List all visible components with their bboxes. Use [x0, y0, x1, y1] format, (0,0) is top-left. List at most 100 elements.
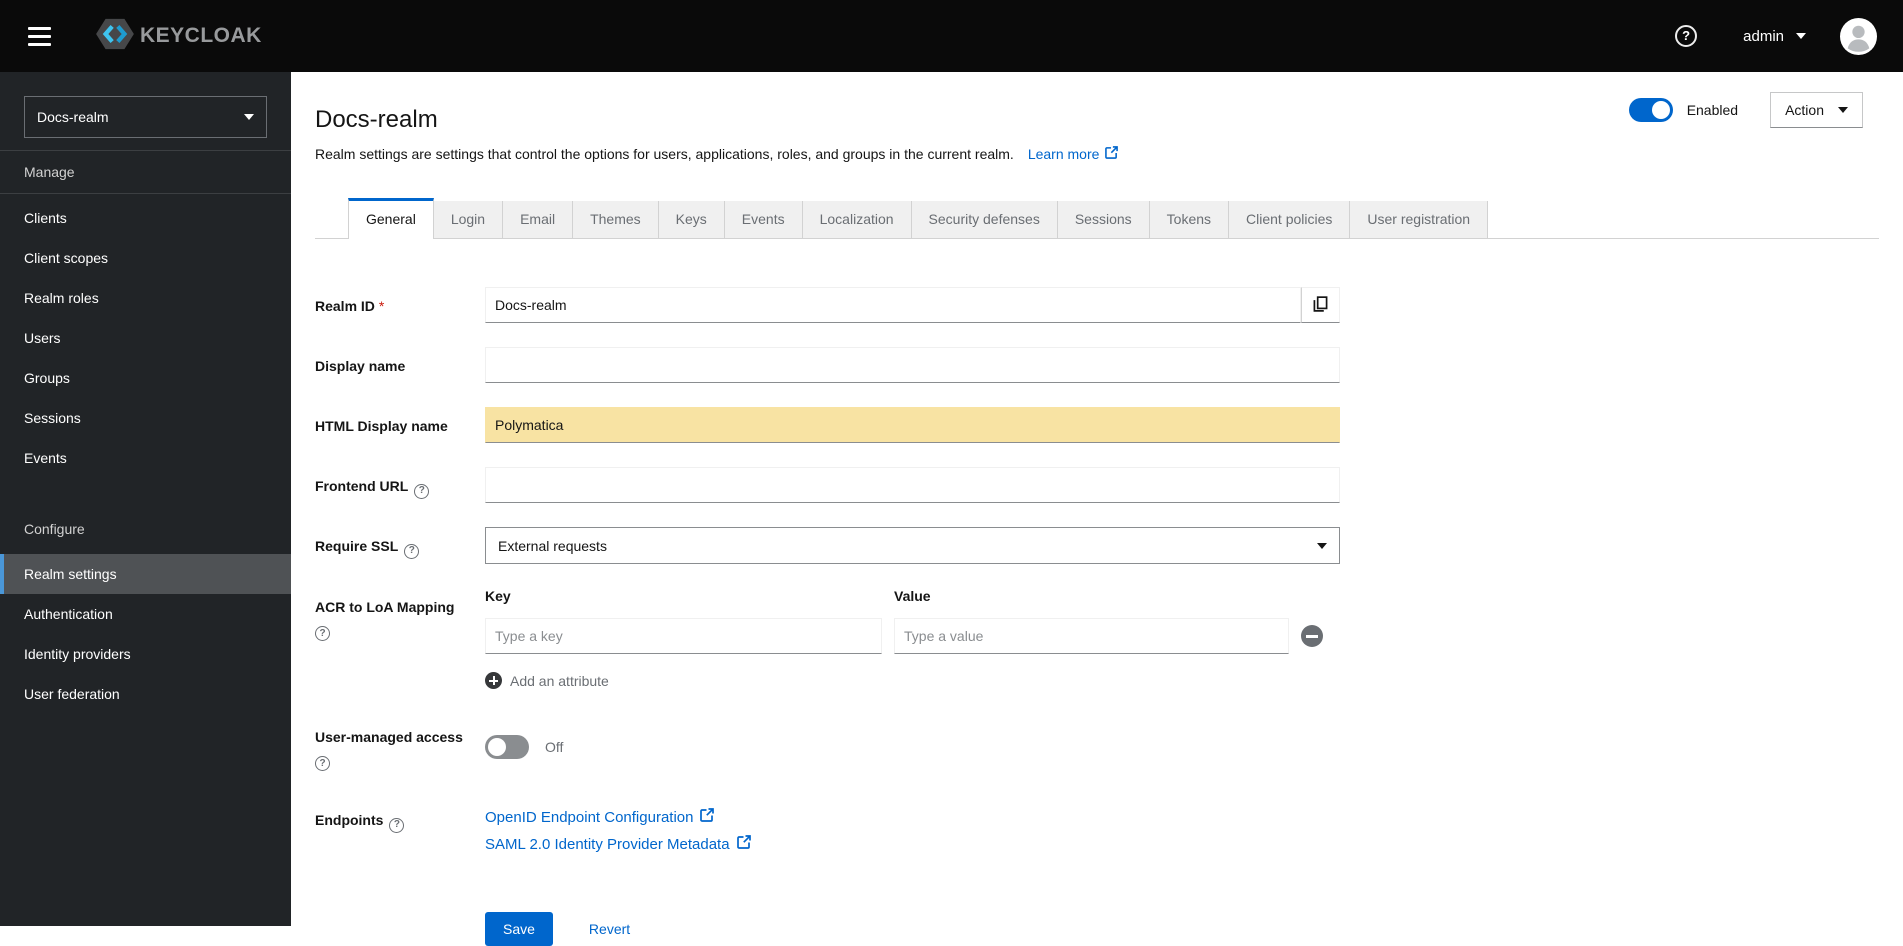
realm-selector-value: Docs-realm [37, 109, 109, 125]
acr-key-input[interactable] [485, 618, 882, 654]
chevron-down-icon [1796, 33, 1806, 39]
frontend-url-label: Frontend URL? [315, 467, 485, 503]
require-ssl-label: Require SSL? [315, 527, 485, 564]
frontend-url-row: Frontend URL? [315, 467, 1903, 503]
page-description-text: Realm settings are settings that control… [315, 146, 1014, 162]
avatar[interactable] [1840, 17, 1877, 55]
sidebar-item-realm-roles[interactable]: Realm roles [0, 278, 291, 318]
learn-more-label: Learn more [1027, 146, 1100, 162]
chevron-down-icon [1838, 107, 1848, 113]
save-button[interactable]: Save [485, 912, 553, 946]
plus-circle-icon [485, 672, 502, 689]
sidebar-item-users[interactable]: Users [0, 318, 291, 358]
external-link-icon [736, 834, 751, 856]
display-name-row: Display name [315, 347, 1903, 383]
add-attribute-label: Add an attribute [510, 672, 609, 689]
tab-tokens[interactable]: Tokens [1149, 201, 1230, 238]
realm-id-row: Realm ID * [315, 287, 1903, 323]
key-column-header: Key [485, 588, 511, 604]
tab-general[interactable]: General [348, 198, 434, 239]
top-bar: KEYCLOAK ? admin [0, 0, 1903, 72]
sidebar-item-events[interactable]: Events [0, 438, 291, 478]
realm-id-input[interactable] [485, 287, 1301, 323]
revert-button[interactable]: Revert [589, 921, 630, 937]
sidebar-item-realm-settings[interactable]: Realm settings [0, 554, 291, 594]
frontend-url-input[interactable] [485, 467, 1340, 503]
help-icon[interactable]: ? [389, 817, 405, 833]
tab-security-defenses[interactable]: Security defenses [911, 201, 1058, 238]
sidebar-item-client-scopes[interactable]: Client scopes [0, 238, 291, 278]
username-label: admin [1743, 27, 1784, 45]
required-marker: * [378, 298, 385, 314]
display-name-label: Display name [315, 358, 406, 374]
require-ssl-select[interactable]: External requests [485, 527, 1340, 564]
tab-sessions[interactable]: Sessions [1057, 201, 1150, 238]
copy-button[interactable] [1301, 287, 1340, 323]
enabled-label: Enabled [1686, 102, 1739, 118]
sidebar-item-sessions[interactable]: Sessions [0, 398, 291, 438]
tab-login[interactable]: Login [433, 201, 504, 238]
tab-localization[interactable]: Localization [802, 201, 912, 238]
copy-icon [1313, 295, 1328, 315]
tab-events[interactable]: Events [724, 201, 803, 238]
sidebar-item-authentication[interactable]: Authentication [0, 594, 291, 634]
keycloak-hexagon-icon [96, 17, 134, 56]
help-icon[interactable]: ? [404, 543, 420, 559]
user-managed-access-row: User-managed access ? Off [315, 718, 1903, 771]
nav-section-manage: Manage [0, 151, 291, 194]
general-settings-form: Realm ID* Display name HTML Display name [291, 239, 1903, 946]
sidebar-item-clients[interactable]: Clients [0, 198, 291, 238]
html-display-name-label: HTML Display name [315, 418, 448, 434]
sidebar-item-user-federation[interactable]: User federation [0, 674, 291, 714]
acr-loa-mapping-row: ACR to LoA Mapping ? Key Value Add an at… [315, 588, 1903, 694]
html-display-name-row: HTML Display name [315, 407, 1903, 443]
openid-endpoint-configuration-link[interactable]: OpenID Endpoint Configuration [485, 807, 1340, 829]
sidebar: Docs-realm Manage Clients Client scopes … [0, 72, 291, 926]
action-dropdown[interactable]: Action [1770, 92, 1863, 128]
realm-selector[interactable]: Docs-realm [24, 96, 267, 138]
action-dropdown-label: Action [1785, 102, 1824, 118]
tab-themes[interactable]: Themes [573, 201, 659, 238]
brand-text: KEYCLOAK [140, 24, 262, 47]
acr-value-input[interactable] [894, 618, 1289, 654]
main-content: Docs-realm Realm settings are settings t… [291, 72, 1903, 946]
endpoints-row: Endpoints? OpenID Endpoint Configuration… [315, 801, 1903, 856]
openid-endpoint-label: OpenID Endpoint Configuration [485, 809, 694, 826]
chevron-down-icon [1317, 542, 1327, 549]
form-actions: Save Revert [485, 912, 1903, 946]
user-managed-access-label: User-managed access ? [315, 718, 485, 771]
help-icon[interactable]: ? [315, 626, 330, 641]
realm-id-label: Realm ID * [315, 298, 385, 314]
page-description: Realm settings are settings that control… [315, 144, 1863, 165]
require-ssl-selected-value: External requests [498, 537, 607, 554]
remove-attribute-icon[interactable] [1301, 625, 1323, 647]
tab-keys[interactable]: Keys [658, 201, 725, 238]
learn-more-link[interactable]: Learn more [1028, 144, 1119, 165]
display-name-input[interactable] [485, 347, 1340, 383]
tab-client-policies[interactable]: Client policies [1229, 201, 1351, 238]
help-icon[interactable]: ? [315, 756, 330, 771]
add-attribute-button[interactable]: Add an attribute [485, 672, 609, 689]
tab-user-registration[interactable]: User registration [1350, 201, 1489, 238]
endpoints-label: Endpoints? [315, 801, 485, 856]
acr-loa-mapping-label: ACR to LoA Mapping ? [315, 588, 485, 694]
sidebar-item-groups[interactable]: Groups [0, 358, 291, 398]
help-icon[interactable]: ? [414, 483, 430, 499]
require-ssl-row: Require SSL? External requests [315, 527, 1903, 564]
external-link-icon [1105, 144, 1119, 165]
keycloak-logo[interactable]: KEYCLOAK [96, 17, 262, 56]
value-column-header: Value [894, 588, 931, 604]
tab-email[interactable]: Email [503, 201, 574, 238]
user-managed-access-state: Off [545, 738, 564, 755]
help-icon[interactable]: ? [1675, 25, 1698, 47]
chevron-down-icon [244, 114, 254, 120]
saml-metadata-link[interactable]: SAML 2.0 Identity Provider Metadata [485, 834, 1340, 856]
user-managed-access-toggle[interactable] [485, 734, 529, 759]
external-link-icon [700, 807, 715, 829]
hamburger-menu-icon[interactable] [28, 16, 68, 56]
realm-enabled-toggle[interactable] [1628, 98, 1673, 122]
html-display-name-input[interactable] [485, 407, 1340, 443]
user-menu-dropdown[interactable]: admin [1743, 28, 1806, 45]
sidebar-item-identity-providers[interactable]: Identity providers [0, 634, 291, 674]
saml-metadata-label: SAML 2.0 Identity Provider Metadata [485, 836, 730, 853]
